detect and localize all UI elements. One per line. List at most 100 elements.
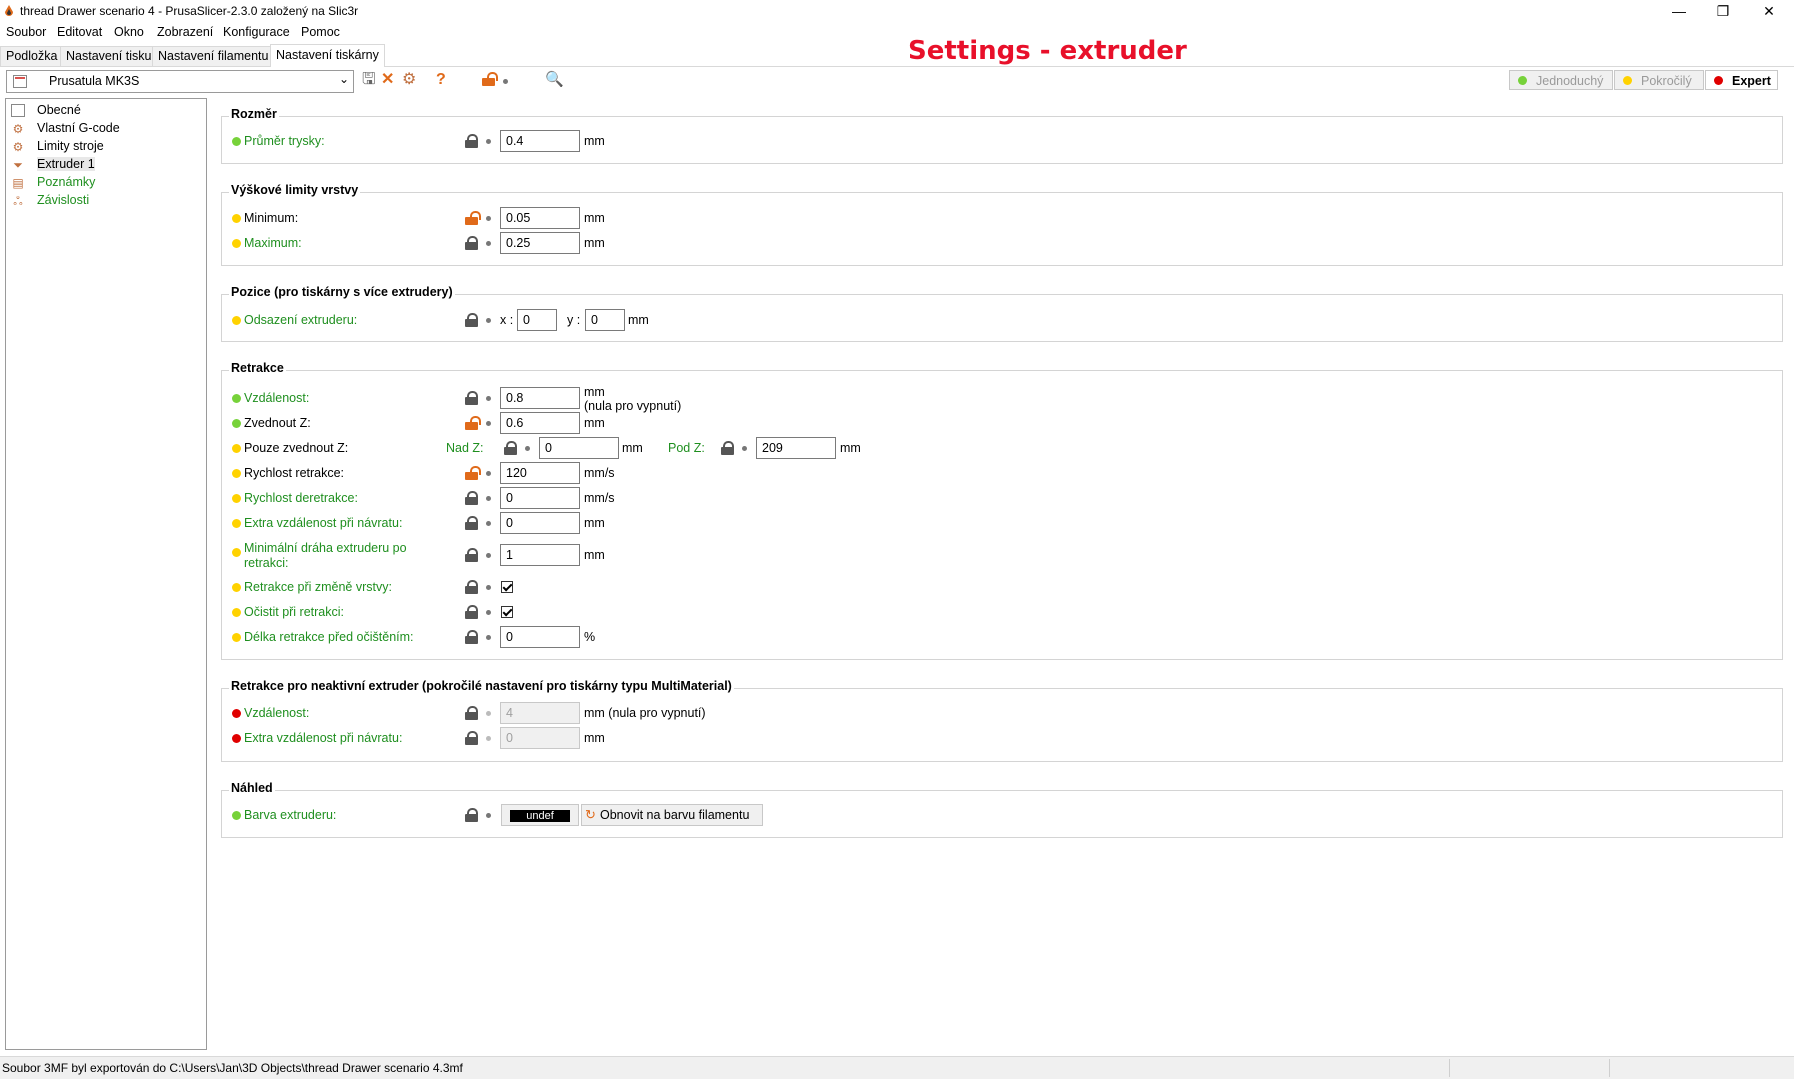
wipe-checkbox[interactable]: [501, 606, 513, 618]
option-retract-layer-change: Retrakce při změně vrstvy:: [222, 576, 1782, 598]
lock-icon[interactable]: [465, 706, 478, 720]
save-preset-icon[interactable]: 🖫: [362, 70, 376, 90]
option-label: Maximum:: [244, 236, 302, 250]
lock-icon[interactable]: [465, 580, 478, 594]
help-icon[interactable]: ?: [436, 70, 446, 90]
group-title: Pozice (pro tiskárny s více extrudery): [229, 285, 455, 299]
lock-icon[interactable]: [465, 630, 478, 644]
lock-icon[interactable]: [465, 605, 478, 619]
retract-layer-change-checkbox[interactable]: [501, 581, 513, 593]
option-label: Průměr trysky:: [244, 134, 325, 148]
bullet-icon[interactable]: [525, 446, 530, 451]
above-z-label: Nad Z:: [446, 441, 484, 455]
bullet-icon[interactable]: [486, 736, 491, 741]
tree-label: Vlastní G-code: [37, 121, 120, 135]
group-title: Retrakce: [229, 361, 286, 375]
tab-podlozka[interactable]: Podložka: [0, 46, 64, 66]
unlock-icon[interactable]: [465, 211, 481, 225]
mode-advanced-button[interactable]: Pokročilý: [1614, 70, 1704, 90]
gear-icon[interactable]: ⚙: [402, 70, 416, 90]
lock-icon[interactable]: [465, 516, 478, 530]
tab-printer-settings[interactable]: Nastavení tiskárny: [270, 44, 385, 67]
option-label: Vzdálenost:: [244, 706, 310, 720]
min-layer-height-input[interactable]: 0.05: [500, 207, 580, 229]
toolchange-extra-input[interactable]: 0: [500, 727, 580, 749]
lock-icon[interactable]: [465, 236, 478, 250]
bullet-icon[interactable]: [486, 241, 491, 246]
color-picker-button[interactable]: undef: [501, 804, 579, 826]
min-travel-input[interactable]: 1: [500, 544, 580, 566]
preset-select[interactable]: Prusatula MK3S ⌄: [6, 70, 354, 93]
menu-pomoc[interactable]: Pomoc: [301, 25, 340, 39]
unit-label: mm/s: [584, 466, 615, 480]
search-icon[interactable]: 🔍: [545, 70, 564, 90]
option-toolchange-extra: Extra vzdálenost při návratu: 0 mm: [222, 727, 1782, 749]
max-layer-height-input[interactable]: 0.25: [500, 232, 580, 254]
menu-okno[interactable]: Okno: [114, 25, 144, 39]
mode-expert-button[interactable]: Expert: [1705, 70, 1778, 90]
lock-icon[interactable]: [465, 491, 478, 505]
bullet-icon[interactable]: [486, 216, 491, 221]
lift-z-input[interactable]: 0.6: [500, 412, 580, 434]
group-toolchange-retraction: Retrakce pro neaktivní extruder (pokroči…: [221, 679, 1783, 762]
below-z-input[interactable]: 209: [756, 437, 836, 459]
menu-zobrazeni[interactable]: Zobrazení: [157, 25, 213, 39]
lock-icon[interactable]: [465, 313, 478, 327]
tab-bar: Podložka Nastavení tisku Nastavení filam…: [0, 44, 1794, 67]
lock-icon[interactable]: [504, 441, 517, 455]
mode-simple-button[interactable]: Jednoduchý: [1509, 70, 1613, 90]
option-label: Minimum:: [244, 211, 299, 225]
bullet-icon[interactable]: [486, 139, 491, 144]
unit-label: mm: [584, 731, 605, 745]
above-z-input[interactable]: 0: [539, 437, 619, 459]
bullet-icon[interactable]: [486, 585, 491, 590]
nozzle-diameter-input[interactable]: 0.4: [500, 130, 580, 152]
offset-y-input[interactable]: 0: [585, 309, 625, 331]
mode-dot: [232, 709, 241, 718]
retract-length-input[interactable]: 0.8: [500, 387, 580, 409]
lock-icon[interactable]: [465, 808, 478, 822]
minimize-button[interactable]: —: [1656, 0, 1702, 22]
option-label: Barva extruderu:: [244, 808, 337, 822]
tab-filament-settings[interactable]: Nastavení filamentu: [152, 46, 275, 66]
bullet-icon[interactable]: [486, 421, 491, 426]
retract-speed-input[interactable]: 120: [500, 462, 580, 484]
bullet-icon[interactable]: [486, 396, 491, 401]
bullet-icon[interactable]: [486, 318, 491, 323]
bullet-icon[interactable]: [486, 553, 491, 558]
reset-color-button[interactable]: ↻ Obnovit na barvu filamentu: [581, 804, 763, 826]
deretract-speed-input[interactable]: 0: [500, 487, 580, 509]
lock-icon[interactable]: [465, 134, 478, 148]
menu-editovat[interactable]: Editovat: [57, 25, 102, 39]
offset-x-input[interactable]: 0: [517, 309, 557, 331]
bullet-icon[interactable]: [486, 711, 491, 716]
unlock-icon[interactable]: [465, 416, 481, 430]
bullet-icon[interactable]: [486, 635, 491, 640]
close-button[interactable]: ✕: [1746, 0, 1792, 22]
retract-before-wipe-input[interactable]: 0: [500, 626, 580, 648]
unlock-icon[interactable]: [465, 466, 481, 480]
tab-print-settings[interactable]: Nastavení tisku: [60, 46, 158, 66]
bullet-icon[interactable]: [486, 471, 491, 476]
bullet-icon[interactable]: [742, 446, 747, 451]
menu-soubor[interactable]: Soubor: [6, 25, 46, 39]
maximize-button[interactable]: ❐: [1700, 0, 1746, 22]
bullet-icon[interactable]: [486, 610, 491, 615]
lock-icon[interactable]: [465, 391, 478, 405]
delete-preset-icon[interactable]: ✕: [381, 70, 394, 90]
y-label: y :: [567, 313, 581, 327]
group-position: Pozice (pro tiskárny s více extrudery) O…: [221, 285, 1783, 342]
lock-icon[interactable]: [465, 548, 478, 562]
lock-icon[interactable]: [721, 441, 734, 455]
bullet-legend-icon[interactable]: [503, 79, 508, 84]
toolchange-length-input[interactable]: 4: [500, 702, 580, 724]
bullet-icon[interactable]: [486, 496, 491, 501]
group-layer-height-limits: Výškové limity vrstvy Minimum: 0.05 mm M…: [221, 183, 1783, 266]
mode-dot: [232, 734, 241, 743]
lock-icon[interactable]: [465, 731, 478, 745]
bullet-icon[interactable]: [486, 813, 491, 818]
tree-label: Závislosti: [37, 193, 90, 207]
bullet-icon[interactable]: [486, 521, 491, 526]
menu-konfigurace[interactable]: Konfigurace: [223, 25, 290, 39]
restart-extra-input[interactable]: 0: [500, 512, 580, 534]
